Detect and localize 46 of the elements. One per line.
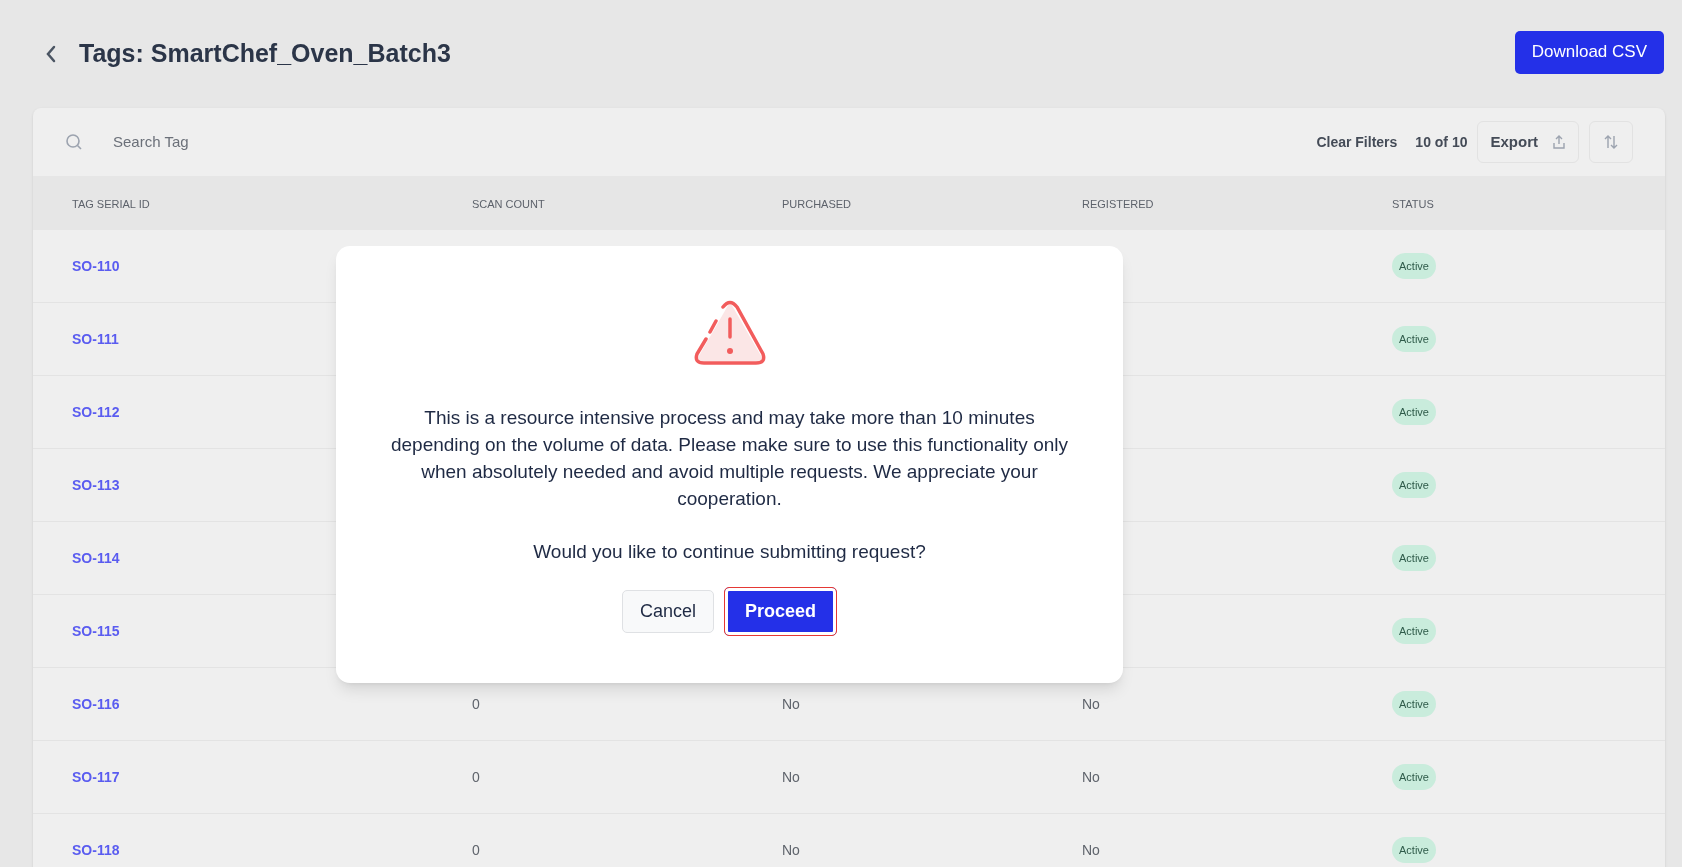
tag-id-link[interactable]: SO-114 xyxy=(72,550,120,566)
table-cell: 0 xyxy=(472,696,480,712)
table-cell: No xyxy=(1082,769,1100,785)
tag-id-link[interactable]: SO-113 xyxy=(72,477,120,493)
secondary-button[interactable]: Cancel xyxy=(621,589,714,633)
column-header: REGISTERED xyxy=(1082,198,1154,210)
tag-id-link[interactable]: SO-110 xyxy=(72,258,120,274)
result-count: 10 of 10 xyxy=(1415,132,1468,152)
table-cell: No xyxy=(1082,696,1100,712)
page-title: Tags: SmartChef_Oven_Batch3 xyxy=(79,38,451,70)
tag-id-link[interactable]: SO-118 xyxy=(72,842,120,858)
confirmation-question: Would you like to continue submitting request? xyxy=(533,540,926,564)
primary-button[interactable]: Proceed xyxy=(724,586,838,636)
upload-icon xyxy=(1552,134,1566,150)
status-badge: Active xyxy=(1392,398,1436,426)
table-cell: 0 xyxy=(472,769,480,785)
search-icon xyxy=(65,133,83,151)
column-header: PURCHASED xyxy=(782,198,852,210)
tag-id-link[interactable]: SO-111 xyxy=(72,331,119,347)
clear-filters-link[interactable]: Clear Filters xyxy=(1316,131,1398,153)
status-badge: Active xyxy=(1392,836,1436,864)
tag-id-link[interactable]: SO-116 xyxy=(72,696,120,712)
tag-id-link[interactable]: SO-112 xyxy=(72,404,120,420)
status-badge: Active xyxy=(1392,617,1436,645)
export-button[interactable]: Export xyxy=(1477,121,1579,163)
table-cell: No xyxy=(782,842,800,858)
tag-id-link[interactable]: SO-115 xyxy=(72,623,120,639)
status-badge: Active xyxy=(1392,544,1436,572)
tag-id-link[interactable]: SO-117 xyxy=(72,769,120,785)
table-cell: 0 xyxy=(472,842,480,858)
sort-icon xyxy=(1603,134,1619,150)
column-header: SCAN COUNT xyxy=(472,198,545,210)
status-badge: Active xyxy=(1392,252,1436,280)
back-icon[interactable] xyxy=(45,45,57,63)
status-badge: Active xyxy=(1392,690,1436,718)
column-header: STATUS xyxy=(1392,198,1434,210)
status-badge: Active xyxy=(1392,471,1436,499)
column-header: TAG SERIAL ID xyxy=(72,198,150,210)
table-cell: No xyxy=(782,769,800,785)
status-badge: Active xyxy=(1392,763,1436,791)
search-field[interactable]: Search Tag xyxy=(113,130,413,154)
table-cell: No xyxy=(1082,842,1100,858)
warning-message: This is a resource intensive process and may take more than 10 minutes depending on the volume of data. Please make sure to use this functionality only when absolutely needed and avoid multiple requests. We appreciate your cooperation. xyxy=(389,406,1069,511)
status-badge: Active xyxy=(1392,325,1436,353)
table-cell: No xyxy=(782,696,800,712)
download-csv-button[interactable]: Download CSV xyxy=(1514,30,1664,74)
